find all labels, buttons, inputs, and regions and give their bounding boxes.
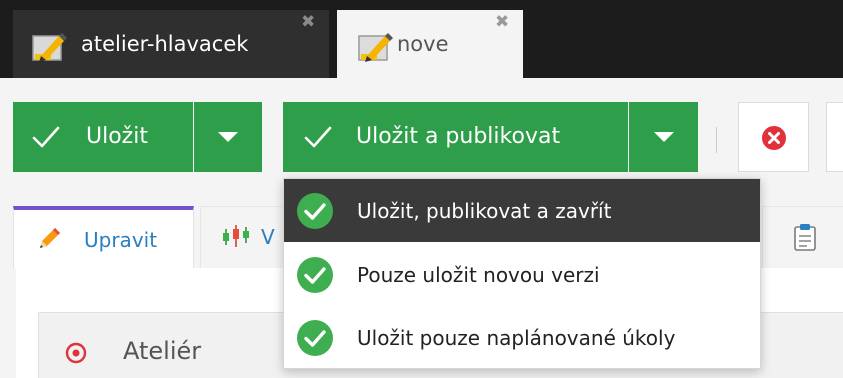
menu-item-label: Pouze uložit novou verzi bbox=[357, 263, 600, 287]
tab-atelier-hlavacek[interactable]: atelier-hlavacek ✖ bbox=[13, 10, 329, 78]
menu-item-save-new-version[interactable]: Pouze uložit novou verzi bbox=[284, 243, 760, 306]
close-tab-icon[interactable]: ✖ bbox=[495, 14, 509, 31]
publish-options-menu: Uložit, publikovat a zavřít Pouze uložit… bbox=[283, 178, 761, 369]
save-and-publish-button[interactable]: Uložit a publikovat bbox=[283, 102, 628, 172]
section-title: Ateliér bbox=[123, 337, 202, 365]
cancel-icon bbox=[762, 126, 786, 150]
pencil-icon bbox=[40, 228, 60, 248]
tab-versions[interactable]: V bbox=[200, 206, 290, 268]
save-button-label: Uložit bbox=[86, 124, 148, 149]
tab-label: nove bbox=[397, 32, 449, 56]
check-circle-icon bbox=[297, 193, 333, 229]
tab-edit[interactable]: Upravit bbox=[13, 206, 194, 268]
edit-document-icon bbox=[32, 33, 67, 62]
caret-down-icon bbox=[218, 132, 238, 142]
menu-item-label: Uložit pouze naplánované úkoly bbox=[357, 326, 676, 350]
check-icon bbox=[32, 126, 60, 148]
target-icon bbox=[65, 342, 87, 364]
save-options-dropdown-button[interactable] bbox=[194, 102, 262, 172]
check-icon bbox=[304, 126, 332, 148]
more-actions-button[interactable] bbox=[826, 102, 843, 172]
tab-tasks[interactable] bbox=[762, 206, 843, 268]
toolbar: Uložit Uložit a publikovat bbox=[0, 78, 843, 188]
menu-item-save-publish-close[interactable]: Uložit, publikovat a zavřít bbox=[284, 179, 760, 242]
page: atelier-hlavacek ✖ nove ✖ Uložit Uložit … bbox=[0, 0, 843, 378]
clipboard-icon bbox=[794, 224, 816, 251]
menu-item-save-scheduled-tasks[interactable]: Uložit pouze naplánované úkoly bbox=[284, 306, 760, 369]
cancel-button[interactable] bbox=[738, 102, 809, 172]
toolbar-divider bbox=[716, 127, 717, 153]
edit-document-icon bbox=[358, 33, 393, 62]
close-tab-icon[interactable]: ✖ bbox=[301, 14, 315, 31]
check-circle-icon bbox=[297, 257, 333, 293]
save-button[interactable]: Uložit bbox=[13, 102, 193, 172]
caret-down-icon bbox=[653, 132, 674, 142]
tab-edit-label: Upravit bbox=[84, 228, 158, 252]
check-circle-icon bbox=[297, 320, 333, 356]
document-tab-strip: atelier-hlavacek ✖ nove ✖ bbox=[0, 0, 843, 78]
tab-versions-label: V bbox=[261, 225, 275, 249]
tab-nove[interactable]: nove ✖ bbox=[337, 10, 523, 78]
publish-options-dropdown-button[interactable] bbox=[629, 102, 698, 172]
save-and-publish-button-label: Uložit a publikovat bbox=[356, 124, 561, 149]
tab-label: atelier-hlavacek bbox=[81, 32, 249, 56]
menu-item-label: Uložit, publikovat a zavřít bbox=[357, 199, 612, 223]
candlestick-chart-icon bbox=[223, 225, 249, 247]
